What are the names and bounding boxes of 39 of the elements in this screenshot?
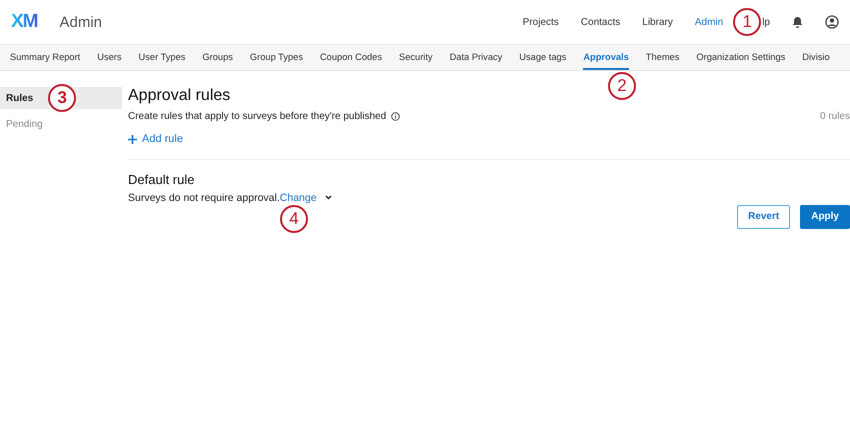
rule-text: Surveys do not require approval. xyxy=(128,192,280,204)
nav-link[interactable]: Library xyxy=(642,16,673,28)
tab[interactable]: Summary Report xyxy=(10,45,80,70)
tab[interactable]: Group Types xyxy=(250,45,303,70)
add-rule-link[interactable]: Add rule xyxy=(128,133,183,145)
tab[interactable]: Approvals xyxy=(583,45,629,70)
plus-icon xyxy=(128,134,137,144)
tab[interactable]: Organization Settings xyxy=(696,45,786,70)
tab[interactable]: Security xyxy=(399,45,433,70)
bell-icon[interactable] xyxy=(792,16,803,28)
section-title: Default rule xyxy=(128,172,196,186)
sidebar-item[interactable]: Pending xyxy=(0,113,122,135)
tab[interactable]: Themes xyxy=(646,45,680,70)
tab[interactable]: Data Privacy xyxy=(450,45,502,70)
callout-marker: 4 xyxy=(280,205,308,233)
callout-marker: 3 xyxy=(48,84,76,112)
app-title: Admin xyxy=(60,14,102,30)
chevron-down-icon xyxy=(324,195,332,200)
tab[interactable]: Coupon Codes xyxy=(320,45,382,70)
subtitle: Create rules that apply to surveys before they're published xyxy=(128,111,386,122)
tab[interactable]: Usage tags xyxy=(519,45,566,70)
callout-marker: 1 xyxy=(733,8,762,36)
tab[interactable]: User Types xyxy=(138,45,186,70)
nav-link[interactable]: Admin xyxy=(694,16,724,28)
tab[interactable]: Users xyxy=(97,45,122,70)
tab[interactable]: Groups xyxy=(202,45,233,70)
rule-count: 0 rules xyxy=(820,111,850,122)
callout-marker: 2 xyxy=(608,72,636,100)
sidebar-item[interactable]: Rules 3 xyxy=(0,87,122,109)
revert-button[interactable]: Revert xyxy=(737,204,790,228)
tab[interactable]: Divisio xyxy=(802,45,830,70)
nav-link[interactable]: lp xyxy=(762,16,770,28)
apply-button[interactable]: Apply xyxy=(800,204,850,228)
page-title: Approval rules xyxy=(128,87,232,105)
change-link[interactable]: Change xyxy=(280,192,332,204)
nav-link[interactable]: Projects xyxy=(522,16,559,28)
nav-link[interactable]: Contacts xyxy=(580,16,620,28)
user-icon[interactable] xyxy=(825,15,839,29)
info-icon[interactable] xyxy=(391,112,400,121)
